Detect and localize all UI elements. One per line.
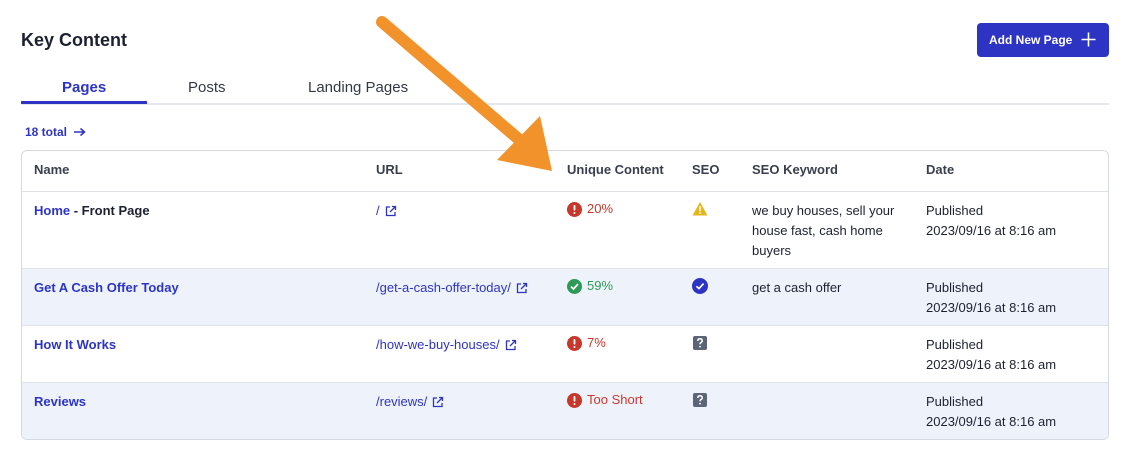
table-row: Home - Front Page / 20% we buy houses, s… — [22, 191, 1108, 268]
publish-status: Published — [926, 337, 984, 352]
page-url-text: /reviews/ — [376, 394, 428, 409]
question-square-icon — [693, 336, 707, 350]
unique-content-value: 59% — [587, 278, 614, 293]
add-new-page-label: Add New Page — [989, 33, 1073, 47]
row-seo-status — [692, 335, 708, 351]
row-name: Home - Front Page — [34, 201, 150, 221]
row-url: /reviews/ — [376, 392, 444, 412]
row-name: How It Works — [34, 335, 116, 355]
tab-posts[interactable]: Posts — [188, 79, 226, 96]
row-unique-content: Too Short — [567, 390, 643, 414]
external-link-icon — [385, 205, 396, 217]
add-new-page-button[interactable]: Add New Page — [977, 23, 1109, 57]
table-row: How It Works /how-we-buy-houses/ 7% Publ… — [22, 325, 1108, 382]
unique-content-value: 20% — [587, 201, 614, 216]
row-date: Published 2023/09/16 at 8:16 am — [926, 201, 1056, 241]
row-name: Get A Cash Offer Today — [34, 278, 179, 298]
publish-status: Published — [926, 203, 984, 218]
row-seo-status — [692, 392, 708, 408]
row-seo-keyword: get a cash offer — [752, 280, 842, 295]
publish-datetime: 2023/09/16 at 8:16 am — [926, 357, 1057, 372]
unique-content-status: 7% — [567, 333, 606, 353]
header-unique-content[interactable]: Unique Content — [567, 162, 664, 177]
warning-triangle-icon — [692, 202, 708, 216]
check-circle-icon — [692, 278, 708, 294]
page-title: Key Content — [21, 30, 128, 50]
row-unique-content: 20% — [567, 199, 613, 223]
row-date: Published 2023/09/16 at 8:16 am — [926, 392, 1056, 432]
publish-status: Published — [926, 280, 984, 295]
check-circle-icon — [567, 278, 582, 294]
unique-content-value: Too Short — [587, 392, 643, 407]
table-row: Get A Cash Offer Today /get-a-cash-offer… — [22, 268, 1108, 325]
page-url-link[interactable]: /reviews/ — [376, 392, 444, 412]
tab-landing-pages[interactable]: Landing Pages — [308, 79, 408, 96]
row-name: Reviews — [34, 392, 86, 412]
page-url-text: /get-a-cash-offer-today/ — [376, 280, 511, 295]
publish-datetime: 2023/09/16 at 8:16 am — [926, 223, 1057, 238]
header-name[interactable]: Name — [34, 162, 69, 177]
external-link-icon — [505, 339, 516, 351]
external-link-icon — [516, 282, 528, 294]
header-url[interactable]: URL — [376, 162, 403, 177]
row-url: /how-we-buy-houses/ — [376, 335, 517, 355]
table-header: Name URL Unique Content SEO SEO Keyword … — [22, 151, 1108, 192]
total-count-label: 18 total — [25, 125, 68, 139]
pages-table: Name URL Unique Content SEO SEO Keyword … — [21, 150, 1109, 440]
page-url-link[interactable]: /how-we-buy-houses/ — [376, 335, 517, 355]
row-date: Published 2023/09/16 at 8:16 am — [926, 335, 1056, 375]
page-name-link[interactable]: Get A Cash Offer Today — [34, 280, 179, 295]
page-url-text: /how-we-buy-houses/ — [376, 337, 500, 352]
active-tab-indicator — [21, 101, 147, 104]
external-link-icon — [433, 396, 444, 408]
publish-status: Published — [926, 394, 984, 409]
page-name-link[interactable]: How It Works — [34, 337, 116, 352]
page-name-suffix: - Front Page — [70, 203, 150, 218]
row-url: / — [376, 201, 397, 221]
unique-content-status: 20% — [567, 199, 613, 219]
content-tabs: Pages Posts Landing Pages — [21, 70, 1109, 105]
header-seo[interactable]: SEO — [692, 162, 719, 177]
total-count-link[interactable]: 18 total — [25, 125, 86, 139]
page-name-link[interactable]: Home — [34, 203, 70, 218]
page-url-text: / — [376, 203, 380, 218]
page-url-link[interactable]: / — [376, 201, 397, 221]
arrow-right-icon — [74, 127, 86, 137]
unique-content-status: Too Short — [567, 390, 643, 410]
tab-pages[interactable]: Pages — [62, 79, 106, 96]
question-square-icon — [693, 393, 707, 407]
row-date: Published 2023/09/16 at 8:16 am — [926, 278, 1056, 318]
exclamation-circle-icon — [567, 335, 582, 351]
row-seo-status — [692, 278, 708, 294]
row-url: /get-a-cash-offer-today/ — [376, 278, 528, 298]
table-row: Reviews /reviews/ Too Short Published 20… — [22, 382, 1108, 439]
header-seo-keyword[interactable]: SEO Keyword — [752, 162, 838, 177]
unique-content-status: 59% — [567, 276, 613, 296]
plus-icon — [1081, 32, 1096, 47]
row-unique-content: 7% — [567, 333, 606, 357]
publish-datetime: 2023/09/16 at 8:16 am — [926, 300, 1057, 315]
page-url-link[interactable]: /get-a-cash-offer-today/ — [376, 278, 528, 298]
page-name-link[interactable]: Reviews — [34, 394, 86, 409]
exclamation-circle-icon — [567, 201, 582, 217]
header-date[interactable]: Date — [926, 162, 954, 177]
row-unique-content: 59% — [567, 276, 613, 300]
row-seo-keyword: we buy houses, sell your house fast, cas… — [752, 203, 895, 258]
row-seo-status — [692, 201, 708, 217]
exclamation-circle-icon — [567, 392, 582, 408]
publish-datetime: 2023/09/16 at 8:16 am — [926, 414, 1057, 429]
unique-content-value: 7% — [587, 335, 606, 350]
